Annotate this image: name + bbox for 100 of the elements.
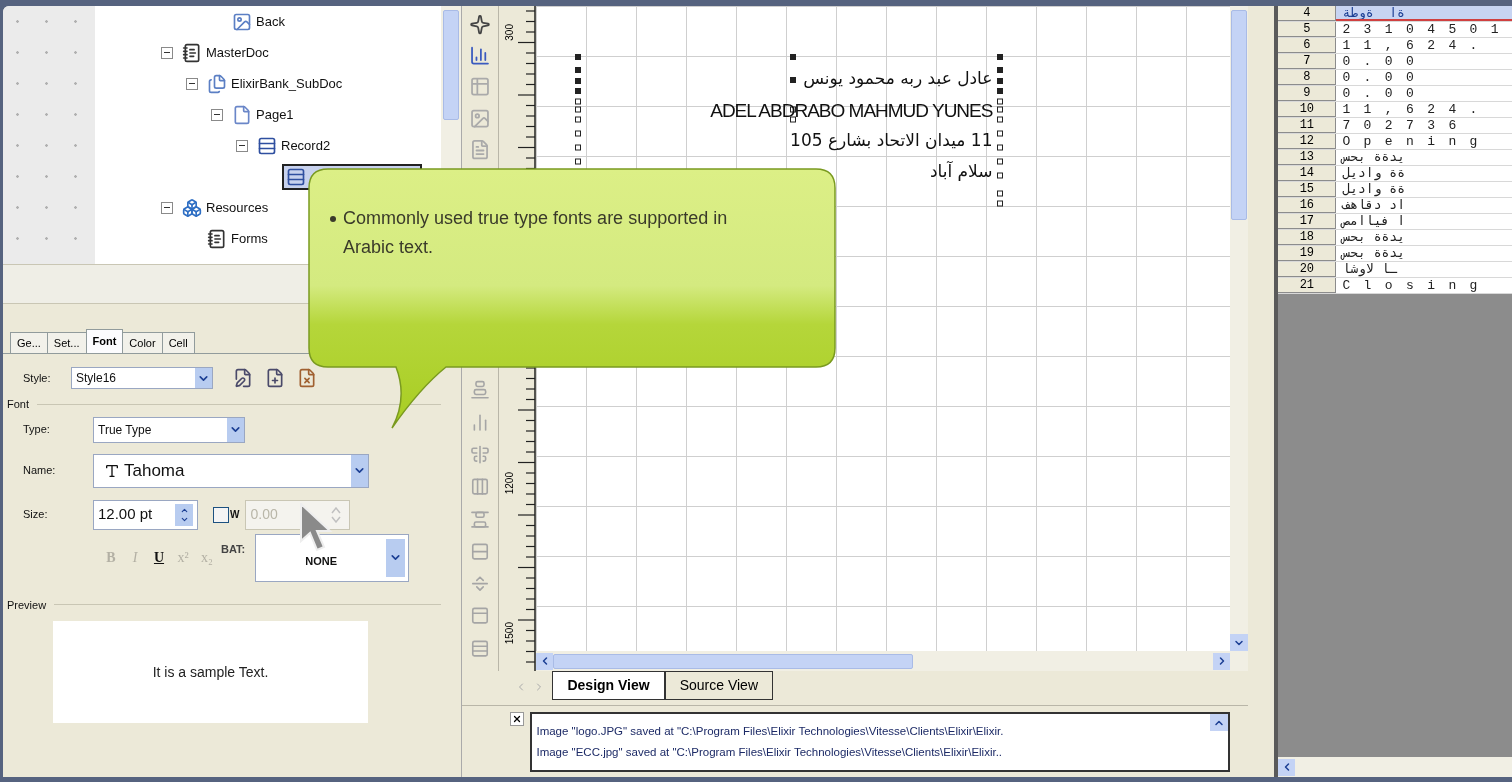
row-header[interactable]: 9 xyxy=(1278,86,1337,101)
field-label: Size: xyxy=(23,507,49,523)
horizontal-scrollbar[interactable] xyxy=(536,651,1249,671)
panel-icon[interactable] xyxy=(470,606,491,626)
scrollbar-thumb[interactable] xyxy=(1231,10,1248,220)
tree-item[interactable]: Record2 xyxy=(257,135,331,156)
record-icon xyxy=(286,166,306,187)
image-icon[interactable] xyxy=(469,107,492,129)
separator-icon[interactable] xyxy=(470,574,491,594)
row-header[interactable]: 18 xyxy=(1278,230,1337,245)
ruler-label: 300 xyxy=(503,24,517,41)
size-spinner[interactable]: 12.00 pt xyxy=(93,499,198,530)
group-label: Preview xyxy=(7,597,47,613)
row-header[interactable]: 6 xyxy=(1278,38,1337,53)
row-header[interactable]: 5 xyxy=(1278,22,1337,37)
field-label: Name: xyxy=(23,463,57,479)
scroll-down-icon[interactable] xyxy=(1230,634,1249,651)
canvas-text-line: 11 ميدان الاتحاد بشارع 105 xyxy=(790,129,993,153)
row-header[interactable]: 4 xyxy=(1278,6,1337,21)
align-middle-icon[interactable] xyxy=(470,444,491,465)
grid-row-text: سحب ةةدي xyxy=(1340,246,1406,261)
file-pen-icon[interactable] xyxy=(233,368,253,388)
bat-dropdown[interactable]: NONE xyxy=(255,533,410,582)
canvas-text-line: عادل عبد ربه محمود يونس xyxy=(803,67,993,90)
scrollbar-thumb[interactable] xyxy=(553,653,914,669)
grid-row-text: 11,624. xyxy=(1341,38,1492,53)
ruler-label: 1500 xyxy=(503,622,517,645)
row-header[interactable]: 14 xyxy=(1278,166,1337,181)
table-icon[interactable] xyxy=(469,76,492,98)
row-header[interactable]: 10 xyxy=(1278,102,1337,117)
grid-row-text: اشوال اـ xyxy=(1341,262,1399,277)
row-header[interactable]: 13 xyxy=(1278,150,1337,165)
tree-item[interactable]: Page1 xyxy=(232,104,294,125)
preview-text: It is a sample Text. xyxy=(152,662,269,682)
view-tab[interactable]: Source View xyxy=(664,672,773,700)
four-point-star-icon[interactable] xyxy=(469,14,492,36)
tab[interactable]: Font xyxy=(85,329,124,353)
font-type-icon xyxy=(104,462,120,479)
file-plus-icon[interactable] xyxy=(265,368,285,388)
row-header[interactable]: 21 xyxy=(1278,278,1337,293)
collapse-toggle[interactable] xyxy=(211,108,223,121)
grid-row-text: 702736 xyxy=(1341,118,1471,133)
log-line: Image "ECC.jpg" saved at "C:\Program Files\Elixir Technologies\Vitesse\Clients\Elixir\Elixir.. xyxy=(536,744,1004,760)
tab[interactable]: Ge... xyxy=(10,332,48,353)
file-x-icon[interactable] xyxy=(297,368,317,388)
horizontal-scrollbar[interactable] xyxy=(1278,757,1512,777)
format-button[interactable]: U xyxy=(147,547,171,568)
grid-row-text: 23104501 xyxy=(1341,22,1512,37)
rows-icon[interactable] xyxy=(470,541,491,562)
collapse-toggle[interactable] xyxy=(161,46,173,59)
grid-row-text: فهاقد دا xyxy=(1340,198,1406,213)
ruler-label: 1200 xyxy=(503,472,517,495)
tree-item[interactable]: Resources xyxy=(182,197,269,218)
field-label: Type: xyxy=(23,422,51,438)
tree-item[interactable]: Forms xyxy=(207,228,268,249)
row-header[interactable]: 11 xyxy=(1278,118,1337,133)
row-header[interactable]: 12 xyxy=(1278,134,1337,149)
collapse-toggle[interactable] xyxy=(186,77,198,90)
grid-row-text: 0.00 xyxy=(1341,86,1429,101)
collapse-toggle[interactable] xyxy=(161,201,173,214)
distribute-icon[interactable] xyxy=(470,509,491,529)
row-header[interactable]: 19 xyxy=(1278,246,1337,261)
canvas-text-line: سلام آباد xyxy=(929,160,993,183)
style-dropdown[interactable]: Style16 xyxy=(71,367,213,389)
tree-item[interactable]: Back xyxy=(232,11,285,32)
columns-icon[interactable] xyxy=(470,477,491,497)
scroll-up-icon[interactable] xyxy=(1210,714,1229,731)
type-dropdown[interactable]: True Type xyxy=(93,416,245,443)
tab[interactable]: Set... xyxy=(46,332,87,353)
row-header[interactable]: 8 xyxy=(1278,70,1337,85)
scrollbar[interactable] xyxy=(1230,6,1249,651)
grid-row-text: Opening xyxy=(1341,134,1492,149)
scroll-left-icon[interactable] xyxy=(1278,758,1296,776)
row-header[interactable]: 16 xyxy=(1278,198,1337,213)
align-bottom-icon[interactable] xyxy=(470,380,491,400)
group-label: Font xyxy=(7,397,29,412)
tree-item[interactable]: ElixirBank_SubDoc xyxy=(207,73,343,94)
view-tab[interactable]: Design View xyxy=(552,672,665,700)
row-header[interactable]: 20 xyxy=(1278,262,1337,277)
close-button[interactable] xyxy=(510,712,525,726)
font-name-dropdown[interactable]: Tahoma xyxy=(93,453,369,488)
scrollbar-thumb[interactable] xyxy=(443,10,460,120)
field-label: Style: xyxy=(23,370,52,386)
bar-chart-icon[interactable] xyxy=(469,45,492,67)
row-header[interactable]: 15 xyxy=(1278,182,1337,197)
grid-row-text: صماايف ا xyxy=(1339,214,1406,229)
grid-row-text: ليداو ةة xyxy=(1341,166,1406,181)
scroll-right-icon[interactable] xyxy=(1213,652,1231,670)
row-header[interactable]: 17 xyxy=(1278,214,1337,229)
rows-icon[interactable] xyxy=(470,638,491,659)
collapse-toggle[interactable] xyxy=(236,139,248,152)
row-header[interactable]: 7 xyxy=(1278,54,1337,69)
tree-item[interactable]: MasterDoc xyxy=(182,42,269,63)
scroll-left-icon[interactable] xyxy=(536,652,554,670)
tab[interactable]: Cell xyxy=(161,332,195,353)
image-icon xyxy=(232,11,252,32)
notebook-icon xyxy=(182,42,202,63)
spinner-arrows-icon xyxy=(175,503,193,526)
tab[interactable]: Color xyxy=(122,332,163,353)
field-label: BAT: xyxy=(221,541,246,557)
